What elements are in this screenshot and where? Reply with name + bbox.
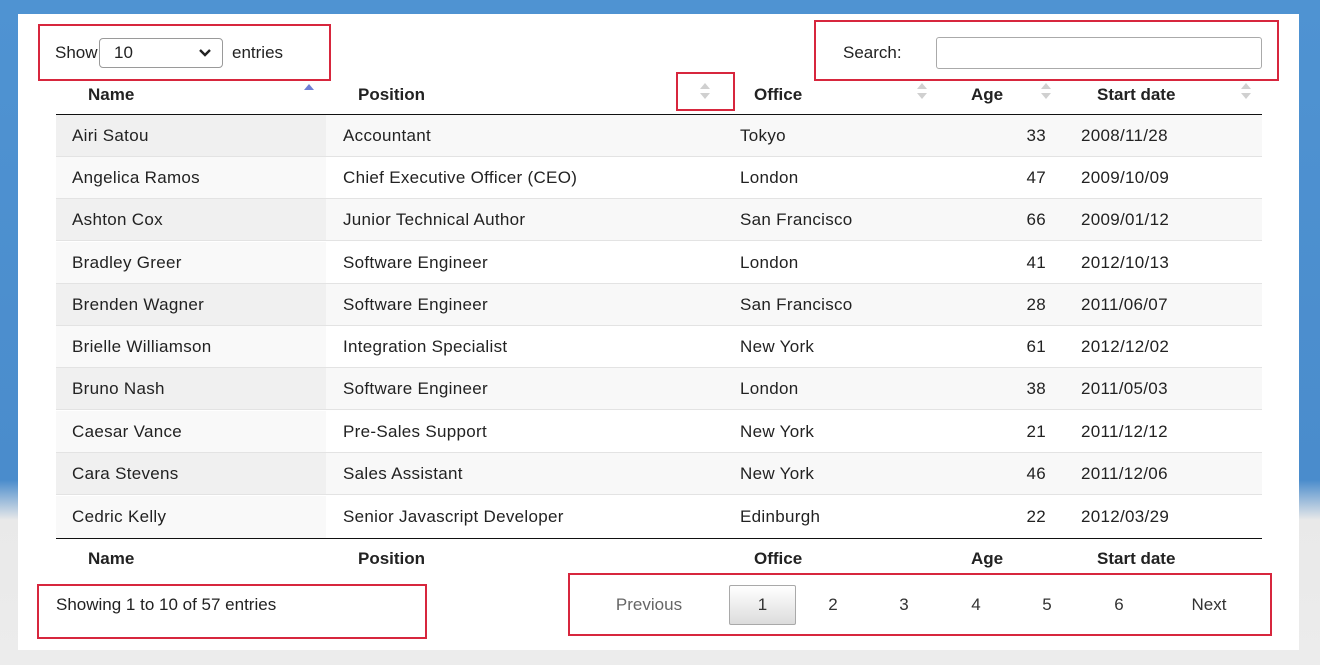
- sort-ascending-icon: [304, 84, 314, 90]
- cell-office: San Francisco: [740, 209, 853, 229]
- cell-name: Cedric Kelly: [72, 507, 167, 526]
- sort-both-icon: [1041, 83, 1051, 99]
- cell-office: New York: [740, 463, 815, 483]
- cell-position: Pre-Sales Support: [343, 421, 488, 441]
- cell-office: New York: [740, 421, 815, 441]
- cell-start-date: 2009/10/09: [1081, 167, 1170, 187]
- chevron-down-icon: [199, 49, 211, 57]
- cell-start-date: 2011/06/07: [1081, 294, 1168, 314]
- pagination-page-3[interactable]: 3: [879, 585, 929, 625]
- table-row[interactable]: Ashton Cox Junior Technical Author San F…: [56, 199, 1262, 241]
- cell-office: San Francisco: [740, 294, 853, 314]
- column-header-office[interactable]: Office: [754, 80, 934, 110]
- cell-office: Tokyo: [740, 125, 786, 145]
- sort-both-icon: [1241, 83, 1251, 99]
- search-label: Search:: [843, 43, 902, 62]
- cell-name: Brielle Williamson: [72, 336, 212, 356]
- search-input[interactable]: [936, 37, 1262, 69]
- table-row[interactable]: Cedric Kelly Senior Javascript Developer…: [56, 496, 1262, 538]
- table-row[interactable]: Caesar Vance Pre-Sales Support New York …: [56, 411, 1262, 453]
- pagination-page-1[interactable]: 1: [729, 585, 796, 625]
- entries-per-page-value: 10: [114, 43, 133, 62]
- column-header-position[interactable]: Position: [358, 80, 678, 110]
- datatable-card: Show 10 entries Search: Name Position Of…: [18, 14, 1299, 650]
- table-row[interactable]: Bruno Nash Software Engineer London 38 2…: [56, 368, 1262, 410]
- cell-age: 66: [1026, 209, 1046, 229]
- table-row[interactable]: Angelica Ramos Chief Executive Officer (…: [56, 157, 1262, 199]
- pagination-previous[interactable]: Previous: [594, 585, 704, 625]
- cell-name: Bradley Greer: [72, 252, 182, 272]
- column-header-name[interactable]: Name: [88, 80, 358, 110]
- column-header-start-date[interactable]: Start date: [1097, 80, 1247, 110]
- cell-start-date: 2008/11/28: [1081, 125, 1168, 145]
- cell-start-date: 2012/03/29: [1081, 507, 1170, 526]
- cell-start-date: 2011/12/12: [1081, 421, 1168, 441]
- table-row[interactable]: Bradley Greer Software Engineer London 4…: [56, 242, 1262, 284]
- cell-position: Software Engineer: [343, 378, 488, 398]
- cell-office: Edinburgh: [740, 507, 821, 526]
- sort-both-icon: [917, 83, 927, 99]
- cell-age: 28: [1026, 294, 1046, 314]
- cell-start-date: 2011/05/03: [1081, 378, 1168, 398]
- pagination-page-6[interactable]: 6: [1094, 585, 1144, 625]
- pagination-next[interactable]: Next: [1174, 585, 1244, 625]
- column-header-office-label: Office: [754, 85, 803, 104]
- entries-label: entries: [232, 43, 284, 62]
- footer-column-position: Position: [358, 549, 426, 568]
- entries-per-page-select[interactable]: 10: [99, 38, 223, 68]
- table-row[interactable]: Brielle Williamson Integration Specialis…: [56, 326, 1262, 368]
- show-label: Show: [55, 43, 98, 62]
- column-header-name-label: Name: [88, 85, 135, 104]
- cell-position: Software Engineer: [343, 252, 488, 272]
- cell-age: 41: [1026, 252, 1046, 272]
- table-row[interactable]: Brenden Wagner Software Engineer San Fra…: [56, 284, 1262, 326]
- cell-name: Angelica Ramos: [72, 167, 200, 187]
- cell-name: Airi Satou: [72, 125, 149, 145]
- footer-column-name: Name: [88, 549, 135, 568]
- table-footer-divider: [56, 538, 1262, 539]
- cell-position: Sales Assistant: [343, 463, 463, 483]
- column-header-start-date-label: Start date: [1097, 85, 1176, 104]
- table-row[interactable]: Airi Satou Accountant Tokyo 33 2008/11/2…: [56, 115, 1262, 157]
- pagination-page-5[interactable]: 5: [1022, 585, 1072, 625]
- cell-name: Cara Stevens: [72, 463, 179, 483]
- footer-column-office: Office: [754, 549, 803, 568]
- cell-name: Brenden Wagner: [72, 294, 205, 314]
- cell-start-date: 2009/01/12: [1081, 209, 1170, 229]
- cell-start-date: 2011/12/06: [1081, 463, 1168, 483]
- cell-office: New York: [740, 336, 815, 356]
- cell-name: Ashton Cox: [72, 209, 163, 229]
- cell-name: Bruno Nash: [72, 378, 165, 398]
- table-row[interactable]: Cara Stevens Sales Assistant New York 46…: [56, 453, 1262, 495]
- cell-age: 21: [1026, 421, 1046, 441]
- column-header-position-label: Position: [358, 85, 426, 104]
- cell-office: London: [740, 378, 799, 398]
- column-header-age-label: Age: [971, 85, 1004, 104]
- footer-column-age: Age: [971, 549, 1004, 568]
- cell-age: 46: [1026, 463, 1046, 483]
- cell-position: Chief Executive Officer (CEO): [343, 167, 578, 187]
- footer-column-start-date: Start date: [1097, 549, 1176, 568]
- cell-age: 22: [1026, 507, 1046, 526]
- pagination-page-2[interactable]: 2: [808, 585, 858, 625]
- cell-office: London: [740, 252, 799, 272]
- cell-position: Software Engineer: [343, 294, 488, 314]
- cell-office: London: [740, 167, 799, 187]
- cell-name: Caesar Vance: [72, 421, 183, 441]
- cell-age: 61: [1026, 336, 1046, 356]
- table-info: Showing 1 to 10 of 57 entries: [56, 595, 277, 614]
- cell-age: 33: [1026, 125, 1046, 145]
- pagination-page-4[interactable]: 4: [951, 585, 1001, 625]
- sort-both-icon[interactable]: [699, 82, 711, 100]
- cell-position: Integration Specialist: [343, 336, 508, 356]
- cell-position: Accountant: [343, 125, 432, 145]
- cell-position: Junior Technical Author: [343, 209, 526, 229]
- cell-start-date: 2012/12/02: [1081, 336, 1170, 356]
- cell-position: Senior Javascript Developer: [343, 507, 564, 526]
- cell-age: 47: [1026, 167, 1046, 187]
- cell-start-date: 2012/10/13: [1081, 252, 1170, 272]
- cell-age: 38: [1026, 378, 1046, 398]
